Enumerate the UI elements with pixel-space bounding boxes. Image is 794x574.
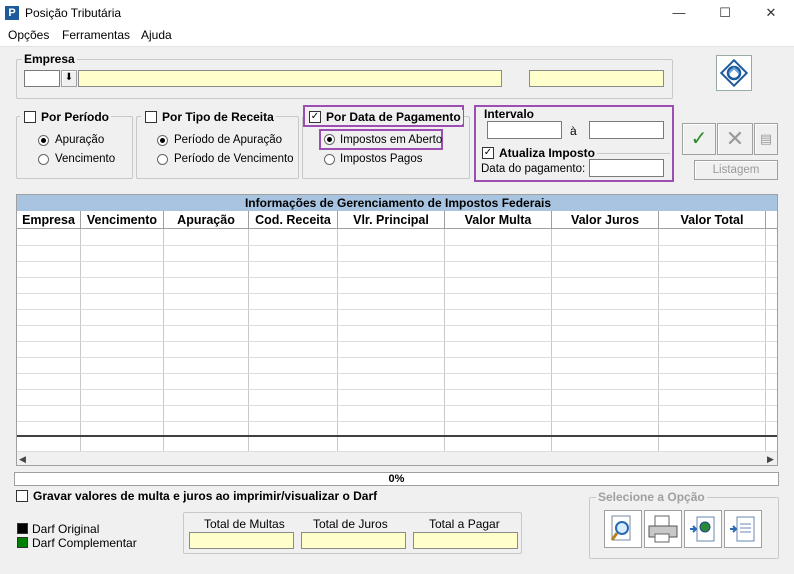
total-pagar-field bbox=[413, 532, 518, 549]
radio-apuracao-label: Apuração bbox=[55, 134, 105, 146]
tipo-receita-group bbox=[136, 116, 299, 179]
menu-ajuda[interactable]: Ajuda bbox=[141, 28, 172, 42]
print-button[interactable] bbox=[644, 510, 682, 548]
grid-title: Informações de Gerenciamento de Impostos… bbox=[17, 195, 777, 211]
empresa-name-field[interactable] bbox=[78, 70, 502, 87]
radio-periodo-apuracao[interactable] bbox=[157, 135, 168, 146]
periodo-label: Por Período bbox=[39, 110, 112, 124]
logo-icon bbox=[720, 59, 748, 87]
total-pagar-label: Total a Pagar bbox=[429, 517, 500, 531]
col-valor-juros[interactable]: Valor Juros bbox=[552, 211, 659, 229]
window-title: Posição Tributária bbox=[25, 6, 122, 20]
export-web-button[interactable] bbox=[684, 510, 722, 548]
horizontal-scrollbar[interactable]: ◀ ▶ bbox=[17, 451, 777, 465]
radio-periodo-apuracao-label: Período de Apuração bbox=[174, 134, 283, 146]
radio-periodo-vencimento-label: Período de Vencimento bbox=[174, 153, 294, 165]
col-cod-receita[interactable]: Cod. Receita bbox=[249, 211, 338, 229]
opcao-label: Selecione a Opção bbox=[596, 490, 707, 504]
checkmark-icon: ✓ bbox=[690, 128, 708, 150]
download-arrow-icon: ⬇ bbox=[64, 72, 74, 83]
progress-bar: 0% bbox=[14, 472, 779, 486]
radio-vencimento-label: Vencimento bbox=[55, 153, 116, 165]
maximize-button[interactable]: ☐ bbox=[702, 0, 748, 26]
company-logo[interactable] bbox=[716, 55, 752, 91]
atualiza-checkbox[interactable]: ✓ bbox=[482, 147, 494, 159]
intervalo-separator: à bbox=[570, 124, 577, 138]
data-pagamento-label: Por Data de Pagamento bbox=[324, 110, 463, 124]
empresa-extra-field[interactable] bbox=[529, 70, 664, 87]
listagem-button[interactable]: Listagem bbox=[694, 160, 778, 180]
radio-vencimento[interactable] bbox=[38, 154, 49, 165]
app-logo-icon: P bbox=[5, 6, 19, 20]
col-empresa[interactable]: Empresa bbox=[17, 211, 81, 229]
menu-ferramentas[interactable]: Ferramentas bbox=[62, 28, 130, 42]
radio-impostos-pagos[interactable] bbox=[324, 154, 335, 165]
gravar-checkbox[interactable] bbox=[16, 490, 28, 502]
col-valor-multa[interactable]: Valor Multa bbox=[445, 211, 552, 229]
magnifier-icon bbox=[610, 515, 631, 541]
darf-original-label: Darf Original bbox=[32, 522, 100, 536]
preview-button[interactable] bbox=[604, 510, 642, 548]
tipo-receita-checkbox[interactable] bbox=[145, 111, 157, 123]
progress-text: 0% bbox=[388, 473, 405, 485]
tipo-receita-label: Por Tipo de Receita bbox=[160, 110, 276, 124]
col-apuracao[interactable]: Apuração bbox=[164, 211, 249, 229]
printer-icon bbox=[648, 515, 678, 543]
intervalo-to-input[interactable] bbox=[589, 121, 664, 139]
radio-impostos-pagos-label: Impostos Pagos bbox=[340, 153, 423, 165]
total-multas-label: Total de Multas bbox=[204, 517, 285, 531]
col-vlr-principal[interactable]: Vlr. Principal bbox=[338, 211, 445, 229]
periodo-checkbox[interactable] bbox=[24, 111, 36, 123]
radio-periodo-vencimento[interactable] bbox=[157, 154, 168, 165]
radio-impostos-aberto[interactable] bbox=[324, 134, 335, 145]
web-document-icon bbox=[690, 516, 715, 542]
radio-apuracao[interactable] bbox=[38, 135, 49, 146]
empresa-label: Empresa bbox=[22, 52, 77, 66]
minimize-button[interactable]: — bbox=[656, 0, 702, 26]
export-document-icon bbox=[730, 516, 755, 542]
darf-complementar-swatch bbox=[17, 537, 28, 548]
total-juros-field bbox=[301, 532, 406, 549]
scroll-right-icon[interactable]: ▶ bbox=[767, 454, 774, 465]
empresa-code-input[interactable] bbox=[24, 70, 60, 87]
close-button[interactable]: ✕ bbox=[748, 0, 794, 26]
col-valor-total[interactable]: Valor Total bbox=[659, 211, 766, 229]
confirm-button[interactable]: ✓ bbox=[682, 123, 716, 155]
intervalo-from-input[interactable] bbox=[487, 121, 562, 139]
empresa-lookup-button[interactable]: ⬇ bbox=[61, 70, 77, 87]
document-icon: ▤ bbox=[759, 131, 773, 146]
scroll-left-icon[interactable]: ◀ bbox=[19, 454, 26, 465]
data-pagamento-input[interactable] bbox=[589, 159, 664, 177]
col-vencimento[interactable]: Vencimento bbox=[81, 211, 164, 229]
impostos-grid: Informações de Gerenciamento de Impostos… bbox=[16, 194, 778, 466]
total-multas-field bbox=[189, 532, 294, 549]
radio-impostos-aberto-label: Impostos em Aberto bbox=[340, 134, 443, 146]
atualiza-label: Atualiza Imposto bbox=[497, 146, 598, 160]
title-bar: P Posição Tributária — ☐ ✕ bbox=[0, 0, 794, 26]
cancel-x-icon: ✕ bbox=[725, 126, 745, 151]
cancel-button[interactable]: ✕ bbox=[717, 123, 753, 155]
gravar-label: Gravar valores de multa e juros ao impri… bbox=[33, 489, 378, 503]
intervalo-label: Intervalo bbox=[482, 107, 537, 121]
darf-complementar-label: Darf Complementar bbox=[32, 536, 137, 550]
periodo-group bbox=[16, 116, 133, 179]
data-pagamento-field-label: Data do pagamento: bbox=[481, 163, 586, 175]
report-button[interactable]: ▤ bbox=[754, 123, 778, 155]
data-pagamento-checkbox[interactable]: ✓ bbox=[309, 111, 321, 123]
darf-original-swatch bbox=[17, 523, 28, 534]
menu-opcoes[interactable]: Opções bbox=[8, 28, 49, 42]
total-juros-label: Total de Juros bbox=[313, 517, 388, 531]
export-file-button[interactable] bbox=[724, 510, 762, 548]
